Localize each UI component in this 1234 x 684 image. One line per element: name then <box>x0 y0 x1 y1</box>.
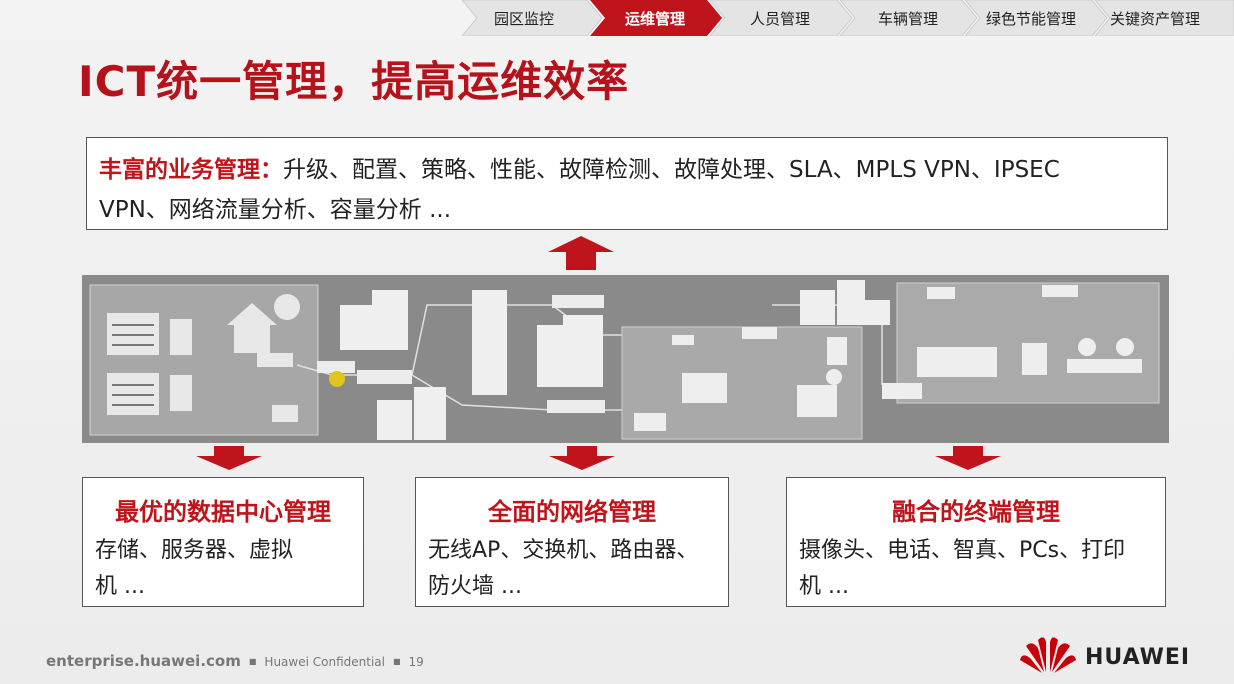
card-heading: 最优的数据中心管理 <box>115 498 331 526</box>
tab-vehicles[interactable]: 车辆管理 <box>878 8 938 29</box>
data-center-card: 最优的数据中心管理 存储、服务器、虚拟 机 ... <box>82 477 364 607</box>
user-icon <box>1078 338 1096 356</box>
server-rack-icon <box>107 373 159 415</box>
footer-site[interactable]: enterprise.huawei.com <box>46 652 241 670</box>
tab-campus-monitoring[interactable]: 园区监控 <box>494 8 554 29</box>
footer-confidential: Huawei Confidential <box>264 655 385 669</box>
ap-icon <box>1042 285 1078 297</box>
business-management-box: 丰富的业务管理：升级、配置、策略、性能、故障检测、故障处理、SLA、MPLS V… <box>86 137 1168 230</box>
card-heading: 全面的网络管理 <box>488 498 656 526</box>
shield-icon <box>329 371 345 387</box>
phone-icon <box>827 337 847 365</box>
up-arrow-icon <box>548 236 614 270</box>
building-icon <box>372 290 408 350</box>
down-arrow-icon <box>935 446 1001 470</box>
user-icon <box>826 369 842 385</box>
card-line1: 摄像头、电话、智真、PCs、打印 <box>799 538 1126 563</box>
huawei-logo-text: HUAWEI <box>1085 645 1191 670</box>
building-icon <box>340 305 372 350</box>
building-icon <box>377 400 412 440</box>
mail-icon <box>272 405 298 422</box>
building-icon <box>837 280 865 325</box>
switch-icon <box>882 383 922 399</box>
huawei-logo-icon <box>1020 637 1076 673</box>
globe-icon <box>274 294 300 320</box>
switch-icon <box>552 295 604 308</box>
building-icon <box>800 290 835 325</box>
skyscraper-icon <box>472 290 507 395</box>
down-arrow-icon <box>196 446 262 470</box>
building-icon <box>563 315 603 387</box>
card-line1: 存储、服务器、虚拟 <box>95 538 294 563</box>
footer: enterprise.huawei.com ■ Huawei Confidentia… <box>46 652 424 670</box>
card-line2: 机 ... <box>95 574 145 599</box>
business-line1: 升级、配置、策略、性能、故障检测、故障处理、SLA、MPLS VPN、IPSEC <box>283 157 1060 183</box>
card-heading: 融合的终端管理 <box>892 498 1060 526</box>
page-title: ICT统一管理，提高运维效率 <box>78 57 630 106</box>
terminal-card: 融合的终端管理 摄像头、电话、智真、PCs、打印 机 ... <box>786 477 1166 607</box>
building-icon <box>537 325 563 387</box>
phone-icon <box>1022 343 1047 375</box>
business-heading: 丰富的业务管理： <box>99 157 283 183</box>
tab-personnel[interactable]: 人员管理 <box>750 8 810 29</box>
down-arrow-icon <box>549 446 615 470</box>
switch-icon <box>547 400 605 413</box>
desk-icon <box>797 385 837 417</box>
business-line2: VPN、网络流量分析、容量分析 ... <box>99 197 452 223</box>
tab-green-energy[interactable]: 绿色节能管理 <box>986 8 1076 29</box>
slide: 园区监控 运维管理 人员管理 车辆管理 绿色节能管理 关键资产管理 ICT统一管… <box>0 0 1234 684</box>
conference-table-icon <box>917 347 997 377</box>
tab-operations[interactable]: 运维管理 <box>625 8 685 29</box>
network-diagram <box>82 275 1169 443</box>
top-nav: 园区监控 运维管理 人员管理 车辆管理 绿色节能管理 关键资产管理 <box>462 0 1234 36</box>
camera-icon <box>672 335 694 345</box>
switch-icon <box>634 413 666 431</box>
building-icon <box>414 387 446 440</box>
footer-separator: ■ <box>248 657 257 666</box>
card-line1: 无线AP、交换机、路由器、 <box>428 538 699 563</box>
footer-separator: ■ <box>392 657 401 666</box>
network-illustration <box>82 275 1169 443</box>
ap-icon <box>742 327 777 339</box>
card-line2: 机 ... <box>799 574 849 599</box>
network-card: 全面的网络管理 无线AP、交换机、路由器、 防火墙 ... <box>415 477 729 607</box>
page-number: 19 <box>408 655 424 669</box>
building-icon <box>865 300 890 325</box>
tab-key-assets[interactable]: 关键资产管理 <box>1110 8 1200 29</box>
user-icon <box>1116 338 1134 356</box>
camera-icon <box>927 287 955 299</box>
router-icon <box>357 370 412 384</box>
telepresence-icon <box>682 373 727 403</box>
card-line2: 防火墙 ... <box>428 574 522 599</box>
server-rack-icon <box>107 313 159 355</box>
laptop-icon <box>1067 359 1142 373</box>
